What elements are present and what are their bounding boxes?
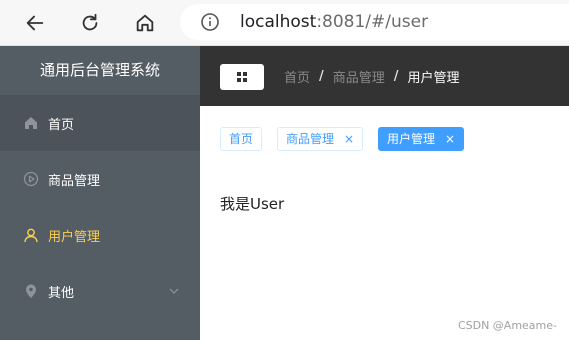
home-icon <box>22 114 40 132</box>
url-text[interactable]: localhost:8081/#/user <box>240 12 428 32</box>
sidebar-item-users[interactable]: 用户管理 <box>0 207 200 263</box>
breadcrumb-item-goods[interactable]: 商品管理 <box>333 67 385 86</box>
grid-icon <box>237 72 247 82</box>
back-button[interactable] <box>20 8 50 38</box>
reload-button[interactable] <box>75 8 105 38</box>
breadcrumb: 首页 / 商品管理 / 用户管理 <box>284 67 460 86</box>
tag-home[interactable]: 首页 <box>220 127 263 151</box>
info-icon[interactable] <box>200 12 220 32</box>
sidebar-item-label: 首页 <box>48 117 75 133</box>
sidebar-item-other[interactable]: 其他 <box>0 263 200 319</box>
sidebar-item-goods[interactable]: 商品管理 <box>0 151 200 207</box>
address-bar[interactable]: localhost:8081/#/user <box>180 4 569 40</box>
breadcrumb-item-current: 用户管理 <box>407 71 460 86</box>
top-header: 首页 / 商品管理 / 用户管理 <box>200 46 569 106</box>
sidebar: 通用后台管理系统 首页 商品管理 用户管理 其他 <box>0 46 200 340</box>
home-button[interactable] <box>130 8 160 38</box>
browser-toolbar: localhost:8081/#/user <box>0 0 569 46</box>
play-circle-icon <box>22 170 40 188</box>
tag-users[interactable]: 用户管理 × <box>378 127 465 151</box>
tag-label: 商品管理 <box>286 132 335 146</box>
breadcrumb-separator: / <box>319 69 324 84</box>
home-icon <box>136 14 154 32</box>
arrow-left-icon <box>26 15 44 31</box>
location-icon <box>22 282 40 300</box>
breadcrumb-separator: / <box>393 69 399 84</box>
tag-label: 用户管理 <box>387 132 436 146</box>
chevron-down-icon <box>169 288 179 294</box>
collapse-menu-button[interactable] <box>220 64 264 90</box>
sidebar-title: 通用后台管理系统 <box>0 46 200 95</box>
url-path: :8081/#/user <box>316 12 429 32</box>
sidebar-item-home[interactable]: 首页 <box>0 95 200 151</box>
close-icon[interactable]: × <box>445 132 455 146</box>
tag-goods[interactable]: 商品管理 × <box>277 127 364 151</box>
sidebar-item-label: 商品管理 <box>48 173 101 189</box>
page-content: 我是User <box>220 195 285 213</box>
url-host: localhost <box>240 12 317 32</box>
close-icon[interactable]: × <box>344 132 354 146</box>
sidebar-item-label: 用户管理 <box>48 229 101 245</box>
user-icon <box>22 226 40 244</box>
watermark: CSDN @Ameame- <box>457 319 557 332</box>
tag-label: 首页 <box>229 132 254 146</box>
reload-icon <box>82 13 98 31</box>
breadcrumb-item-home[interactable]: 首页 <box>284 67 310 86</box>
sidebar-item-label: 其他 <box>48 285 75 301</box>
